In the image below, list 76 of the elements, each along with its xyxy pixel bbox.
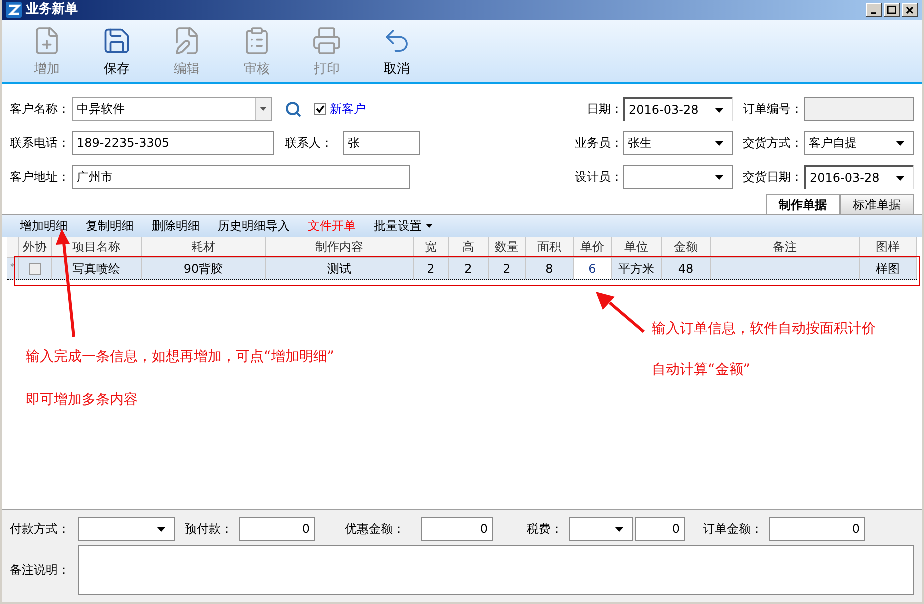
table-cell: 6: [574, 258, 612, 279]
toolbar-button[interactable]: 保存: [82, 26, 152, 79]
dropdown-field[interactable]: [623, 165, 733, 189]
checkbox[interactable]: [29, 262, 41, 274]
column-header[interactable]: 耗材: [142, 237, 266, 257]
annotation-text: 自动计算“金额”: [652, 361, 751, 380]
field-label: 优惠金额：: [345, 521, 406, 538]
amount-field[interactable]: 0: [769, 517, 865, 541]
field-label: 预付款：: [185, 521, 234, 538]
field-label: 备注说明：: [10, 562, 71, 579]
field-label: 客户名称：: [10, 101, 71, 118]
column-header[interactable]: 备注: [711, 237, 860, 257]
caret-icon: [896, 176, 905, 180]
window-title: 业务新单: [26, 0, 78, 20]
date-picker[interactable]: 2016-03-28: [804, 165, 914, 189]
text-field[interactable]: 广州市: [72, 165, 410, 189]
remarks-field[interactable]: [78, 545, 914, 595]
text-field[interactable]: 189-2235-3305: [72, 131, 274, 155]
maximize-icon[interactable]: [884, 3, 900, 17]
toolbar-button[interactable]: 增加明细: [20, 217, 68, 235]
toolbar-button[interactable]: 复制明细: [86, 217, 134, 235]
field-label: 联系电话：: [10, 135, 71, 152]
toolbar-button[interactable]: 取消: [362, 26, 432, 79]
amount-field[interactable]: 0: [421, 517, 493, 541]
close-icon[interactable]: [902, 3, 918, 17]
field-label: 订单编号：: [743, 101, 803, 118]
search-icon[interactable]: [285, 100, 302, 118]
column-header[interactable]: 数量: [489, 237, 526, 257]
tab[interactable]: 标准单据: [840, 194, 914, 214]
dropdown-field[interactable]: 张生: [623, 131, 733, 155]
caret-icon: [260, 107, 267, 111]
app-logo-icon: [6, 2, 22, 18]
field-label: 订单金额：: [703, 521, 764, 538]
field-label: 设计员：: [575, 169, 623, 186]
column-header[interactable]: 单价: [574, 237, 612, 257]
amount-field[interactable]: 0: [635, 517, 685, 541]
tab[interactable]: 制作单据: [766, 194, 840, 214]
column-header[interactable]: 外协: [19, 237, 52, 257]
column-header[interactable]: 图样: [860, 237, 917, 257]
caret-icon: [715, 174, 724, 180]
column-header[interactable]: 面积: [526, 237, 574, 257]
column-header[interactable]: 金额: [662, 237, 711, 257]
dropdown-field[interactable]: [569, 517, 633, 541]
caret-icon: [715, 140, 724, 146]
customer-combo[interactable]: 中异软件: [72, 97, 272, 121]
field-label: 业务员：: [575, 135, 623, 152]
column-header[interactable]: 单位: [612, 237, 662, 257]
field-label: 客户地址：: [10, 169, 71, 186]
caret-icon: [896, 140, 905, 146]
dropdown-field[interactable]: [78, 517, 175, 541]
caret-icon: [615, 526, 624, 532]
field-label: 税费：: [527, 521, 564, 538]
caret-icon: [157, 526, 166, 532]
toolbar-button[interactable]: 批量设置: [374, 217, 433, 235]
date-picker[interactable]: 2016-03-28: [623, 97, 733, 121]
caret-icon: [715, 108, 724, 112]
toolbar-button[interactable]: 删除明细: [152, 217, 200, 235]
new-customer-label[interactable]: 新客户: [330, 100, 366, 118]
annotation-text: 输入订单信息，软件自动按面积计价: [652, 320, 876, 339]
minimize-icon[interactable]: [866, 3, 882, 17]
field-label: 交货日期：: [743, 169, 803, 186]
dropdown-field[interactable]: 客户自提: [804, 131, 914, 155]
column-header[interactable]: 高: [449, 237, 489, 257]
amount-field[interactable]: 0: [239, 517, 315, 541]
toolbar-button[interactable]: 历史明细导入: [218, 217, 290, 235]
printer-icon: [312, 26, 342, 56]
column-header[interactable]: 制作内容: [266, 237, 414, 257]
field-label: 日期：: [587, 101, 623, 118]
text-field[interactable]: 张: [343, 131, 420, 155]
field-label: 联系人：: [285, 135, 334, 152]
annotation-text: 输入完成一条信息，如想再增加，可点“增加明细”: [26, 348, 335, 367]
field-label: 付款方式：: [10, 521, 71, 538]
column-header[interactable]: 宽: [414, 237, 449, 257]
annotation-text: 即可增加多条内容: [26, 391, 138, 410]
checkbox[interactable]: [314, 103, 326, 115]
field-label: 交货方式：: [743, 135, 803, 152]
